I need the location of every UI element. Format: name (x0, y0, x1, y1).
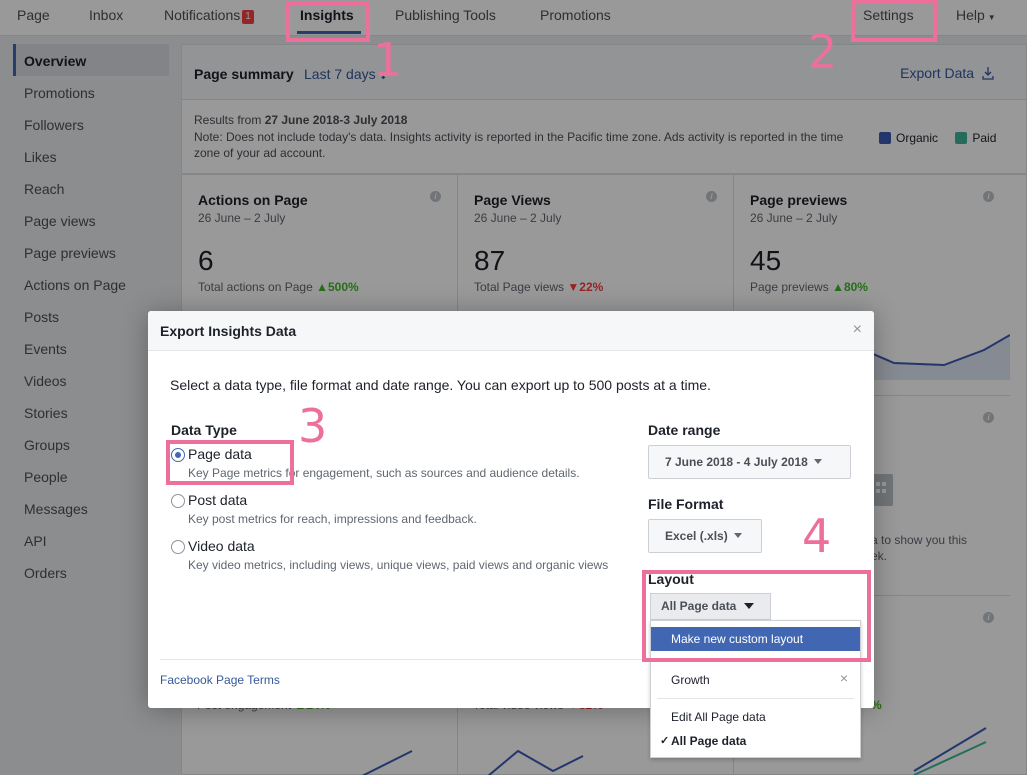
file-format-value: Excel (.xls) (665, 529, 728, 543)
data-type-label: Data Type (171, 422, 237, 438)
dialog-header: Export Insights Data × (148, 311, 874, 351)
radio-post-data[interactable] (171, 494, 185, 508)
option-label: Video data (188, 538, 255, 554)
chevron-down-icon (813, 459, 822, 464)
facebook-page-terms-link[interactable]: Facebook Page Terms (160, 673, 280, 687)
edit-all-page-data[interactable]: Edit All Page data (651, 705, 860, 729)
annotation-box-insights (286, 1, 370, 42)
menu-separator (657, 698, 854, 699)
annotation-box-page-data (166, 440, 294, 485)
close-icon[interactable]: × (853, 322, 862, 338)
checkmark-icon: ✓ (660, 735, 670, 747)
dialog-divider (160, 659, 720, 660)
dialog-intro: Select a data type, file format and date… (170, 377, 711, 393)
annotation-number-4: 4 (802, 509, 832, 563)
radio-video-data[interactable] (171, 540, 185, 554)
annotation-number-1: 1 (373, 33, 403, 87)
layout-item-label: All Page data (671, 734, 747, 748)
file-format-button[interactable]: Excel (.xls) (648, 519, 762, 553)
chevron-down-icon (733, 533, 742, 538)
option-description: Key video metrics, including views, uniq… (188, 558, 609, 572)
annotation-number-2: 2 (808, 25, 838, 79)
date-range-label: Date range (648, 422, 721, 438)
annotation-box-layout (642, 570, 871, 662)
layout-item-all-page-data[interactable]: ✓ All Page data (651, 729, 860, 753)
option-label: Post data (188, 492, 248, 508)
layout-item-growth[interactable]: Growth (651, 668, 860, 692)
date-range-button[interactable]: 7 June 2018 - 4 July 2018 (648, 445, 851, 479)
layout-item-label: Growth (671, 673, 710, 687)
date-range-value: 7 June 2018 - 4 July 2018 (665, 455, 808, 469)
file-format-label: File Format (648, 496, 724, 512)
dialog-title: Export Insights Data (160, 323, 297, 339)
option-description: Key post metrics for reach, impressions … (188, 512, 477, 526)
annotation-number-3: 3 (298, 399, 328, 453)
remove-layout-icon[interactable]: × (840, 670, 848, 686)
annotation-box-settings (851, 0, 937, 42)
